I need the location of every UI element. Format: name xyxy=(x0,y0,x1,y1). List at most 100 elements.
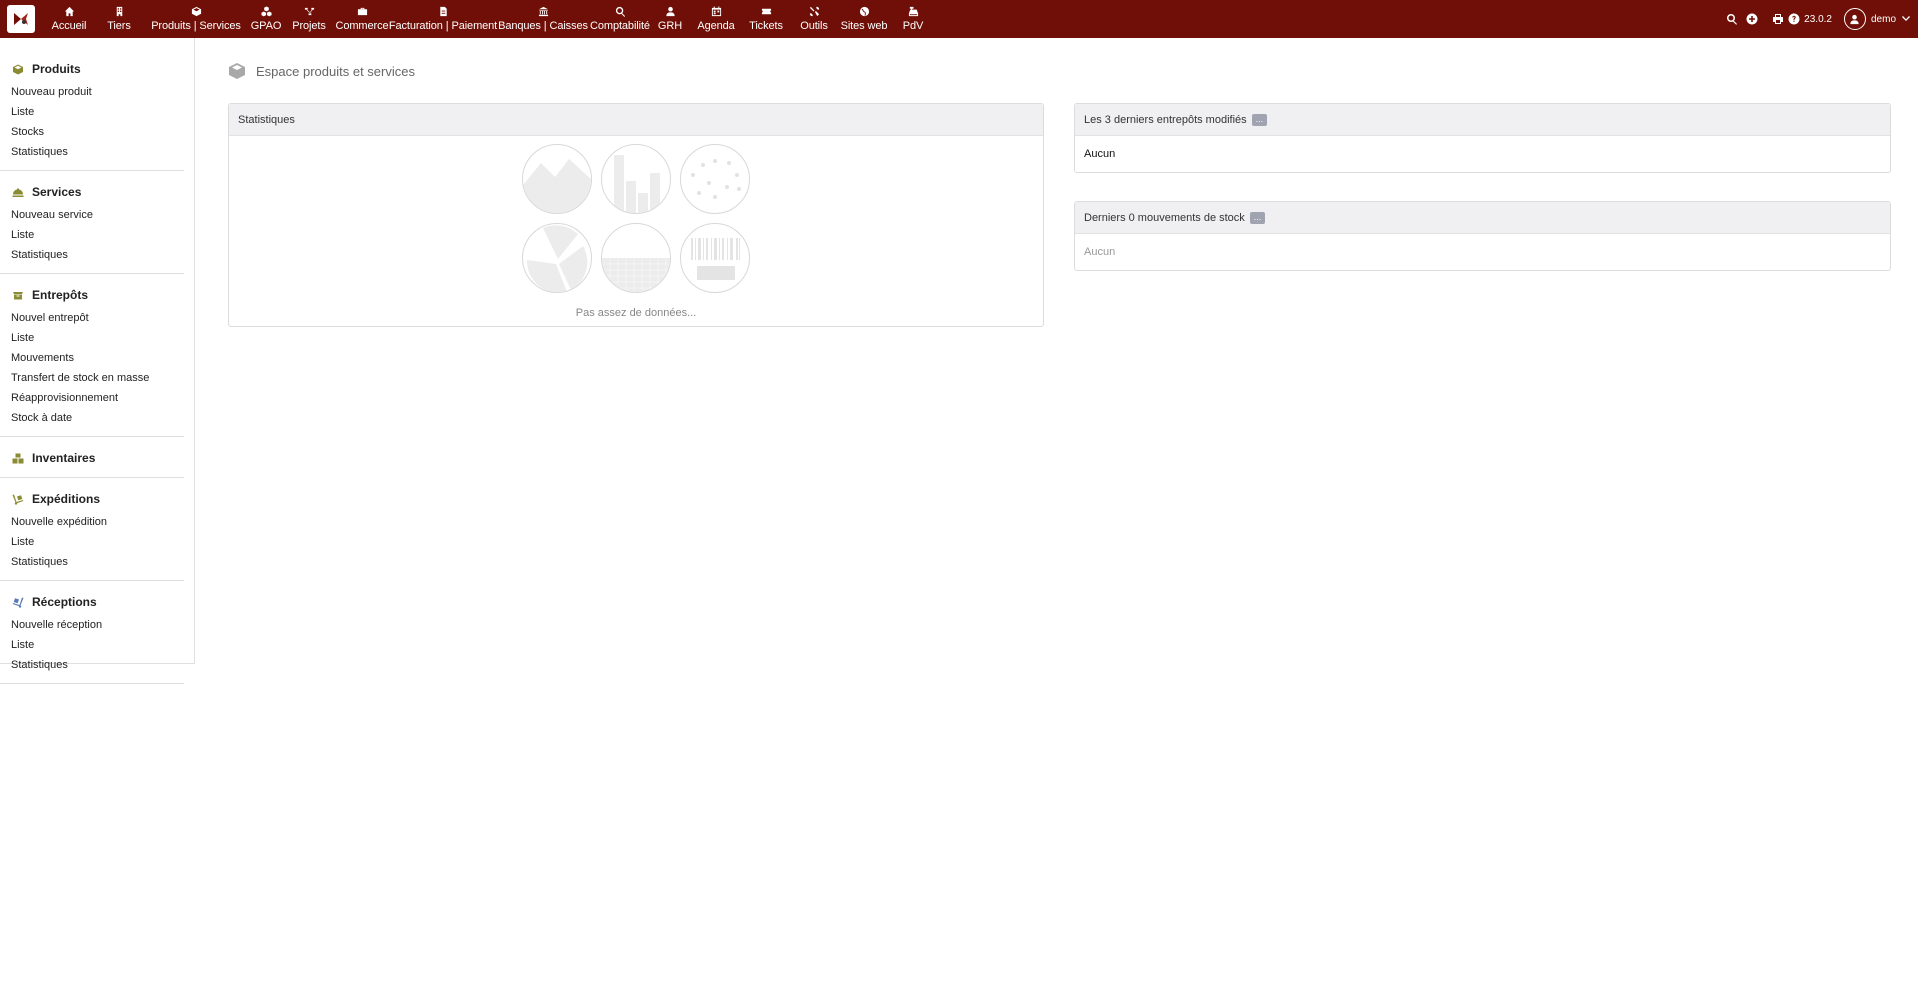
sitemap-icon xyxy=(303,5,315,17)
bar-chart-placeholder-icon xyxy=(601,144,671,214)
menu-link-stock-a-date[interactable]: Stock à date xyxy=(11,408,184,428)
cube-icon xyxy=(11,63,25,75)
menu-link-nouvelle-expedition[interactable]: Nouvelle expédition xyxy=(11,512,184,532)
cubes-icon xyxy=(260,5,272,17)
home-icon xyxy=(63,5,75,17)
bank-icon xyxy=(537,5,549,17)
menu-section-expeditions: Expéditions Nouvelle expédition Liste St… xyxy=(0,478,184,581)
avatar[interactable] xyxy=(1843,8,1866,30)
menu-link-liste[interactable]: Liste xyxy=(11,328,184,348)
nav-item-projets[interactable]: Projets xyxy=(284,0,334,38)
help-icon[interactable] xyxy=(1788,13,1800,25)
top-right-tools: 23.0.2 demo xyxy=(1726,0,1918,38)
file-invoice-icon xyxy=(437,5,449,17)
menu-link-nouveau-produit[interactable]: Nouveau produit xyxy=(11,82,184,102)
version-label: 23.0.2 xyxy=(1804,13,1832,25)
globe-icon xyxy=(858,5,870,17)
menu-link-mouvements[interactable]: Mouvements xyxy=(11,348,184,368)
nav-item-outils[interactable]: Outils xyxy=(790,0,838,38)
search-icon[interactable] xyxy=(1726,13,1738,25)
nav-item-pdv[interactable]: PdV xyxy=(890,0,936,38)
last-stock-movements-header: Derniers 0 mouvements de stock ... xyxy=(1075,202,1890,234)
calendar-icon xyxy=(710,5,722,17)
empty-value: Aucun xyxy=(1084,246,1116,258)
nav-item-grh[interactable]: GRH xyxy=(650,0,690,38)
menu-link-stocks[interactable]: Stocks xyxy=(11,122,184,142)
menu-link-liste[interactable]: Liste xyxy=(11,635,184,655)
menu-link-liste[interactable]: Liste xyxy=(11,225,184,245)
nav-item-tiers[interactable]: Tiers xyxy=(94,0,144,38)
boxes-icon xyxy=(11,452,25,464)
nav-item-produits-services[interactable]: Produits | Services xyxy=(144,0,248,38)
plus-circle-icon[interactable] xyxy=(1746,13,1758,25)
more-badge[interactable]: ... xyxy=(1249,211,1266,224)
dolly-flatbed-icon xyxy=(11,596,25,608)
nav-item-comptabilite[interactable]: Comptabilité xyxy=(590,0,650,38)
search-dollar-icon xyxy=(614,5,626,17)
pie-chart-placeholder-icon xyxy=(522,223,592,293)
menu-section-services: Services Nouveau service Liste Statistiq… xyxy=(0,171,184,274)
menu-section-inventaires: Inventaires xyxy=(0,437,184,478)
more-badge[interactable]: ... xyxy=(1251,113,1268,126)
user-tie-icon xyxy=(664,5,676,17)
statistics-panel-header: Statistiques xyxy=(229,104,1043,136)
nav-item-sites-web[interactable]: Sites web xyxy=(838,0,890,38)
nav-item-accueil[interactable]: Accueil xyxy=(44,0,94,38)
nav-item-banques[interactable]: Banques | Caisses xyxy=(496,0,590,38)
main-menu: Accueil Tiers Produits | Services GPAO P… xyxy=(44,0,936,38)
dolly-icon xyxy=(11,493,25,505)
barcode-placeholder-icon xyxy=(680,223,750,293)
top-navbar: Accueil Tiers Produits | Services GPAO P… xyxy=(0,0,1918,38)
menu-title-entrepots[interactable]: Entrepôts xyxy=(11,286,184,304)
building-icon xyxy=(113,5,125,17)
menu-link-transfert-stock[interactable]: Transfert de stock en masse xyxy=(11,368,184,388)
logo-icon xyxy=(14,13,28,25)
empty-value: Aucun xyxy=(1084,148,1116,160)
left-menu: Produits Nouveau produit Liste Stocks St… xyxy=(0,38,195,684)
menu-link-statistiques[interactable]: Statistiques xyxy=(11,655,184,675)
grid-chart-placeholder-icon xyxy=(601,223,671,293)
menu-link-reapprovisionnement[interactable]: Réapprovisionnement xyxy=(11,388,184,408)
last-warehouses-header: Les 3 derniers entrepôts modifiés ... xyxy=(1075,104,1890,136)
menu-link-statistiques[interactable]: Statistiques xyxy=(11,142,184,162)
page-title: Espace produits et services xyxy=(228,62,628,80)
ticket-icon xyxy=(760,5,772,17)
menu-section-receptions: Réceptions Nouvelle réception Liste Stat… xyxy=(0,581,184,684)
nav-item-gpao[interactable]: GPAO xyxy=(248,0,284,38)
user-icon xyxy=(1850,14,1860,24)
scatter-chart-placeholder-icon xyxy=(680,144,750,214)
nav-item-agenda[interactable]: Agenda xyxy=(690,0,742,38)
area-chart-placeholder-icon xyxy=(522,144,592,214)
menu-title-receptions[interactable]: Réceptions xyxy=(11,593,184,611)
menu-title-inventaires[interactable]: Inventaires xyxy=(11,449,184,467)
last-stock-movements-panel: Derniers 0 mouvements de stock ... Aucun xyxy=(1074,201,1891,271)
concierge-bell-icon xyxy=(11,186,25,198)
menu-link-nouvel-entrepot[interactable]: Nouvel entrepôt xyxy=(11,308,184,328)
menu-link-liste[interactable]: Liste xyxy=(11,532,184,552)
app-logo[interactable] xyxy=(7,5,35,33)
menu-link-liste[interactable]: Liste xyxy=(11,102,184,122)
chevron-down-icon[interactable] xyxy=(1900,13,1912,25)
menu-title-expeditions[interactable]: Expéditions xyxy=(11,490,184,508)
menu-link-nouvelle-reception[interactable]: Nouvelle réception xyxy=(11,615,184,635)
menu-title-services[interactable]: Services xyxy=(11,183,184,201)
statistics-panel: Statistiques Pas assez de données... xyxy=(228,103,1044,327)
box-open-icon xyxy=(11,289,25,301)
menu-title-produits[interactable]: Produits xyxy=(11,60,184,78)
cash-register-icon xyxy=(907,5,919,17)
menu-link-statistiques[interactable]: Statistiques xyxy=(11,552,184,572)
nav-item-facturation[interactable]: Facturation | Paiement xyxy=(389,0,497,38)
print-icon[interactable] xyxy=(1772,13,1784,25)
cube-icon xyxy=(229,63,245,79)
menu-link-statistiques[interactable]: Statistiques xyxy=(11,245,184,265)
tools-icon xyxy=(808,5,820,17)
menu-section-entrepots: Entrepôts Nouvel entrepôt Liste Mouvemen… xyxy=(0,274,184,437)
nav-item-tickets[interactable]: Tickets xyxy=(742,0,790,38)
no-data-message: Pas assez de données... xyxy=(575,307,697,319)
cube-icon xyxy=(190,5,202,17)
user-name[interactable]: demo xyxy=(1871,14,1896,25)
empty-chart-placeholders xyxy=(522,144,752,304)
last-warehouses-panel: Les 3 derniers entrepôts modifiés ... Au… xyxy=(1074,103,1891,173)
nav-item-commerce[interactable]: Commerce xyxy=(334,0,390,38)
menu-link-nouveau-service[interactable]: Nouveau service xyxy=(11,205,184,225)
